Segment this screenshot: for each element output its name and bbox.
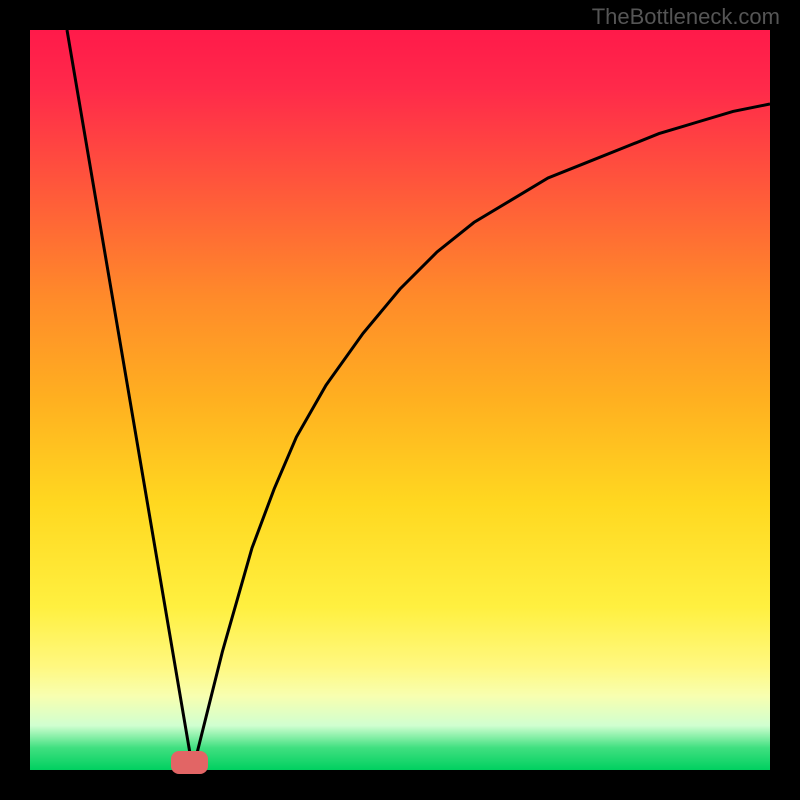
frame-border-right — [770, 0, 800, 800]
chart-container: TheBottleneck.com — [0, 0, 800, 800]
right-curve-path — [193, 104, 770, 770]
frame-border-left — [0, 0, 30, 800]
left-line-path — [67, 30, 193, 770]
bottleneck-marker — [171, 751, 208, 774]
chart-curves — [30, 30, 770, 770]
watermark-text: TheBottleneck.com — [592, 4, 780, 30]
frame-border-bottom — [0, 770, 800, 800]
